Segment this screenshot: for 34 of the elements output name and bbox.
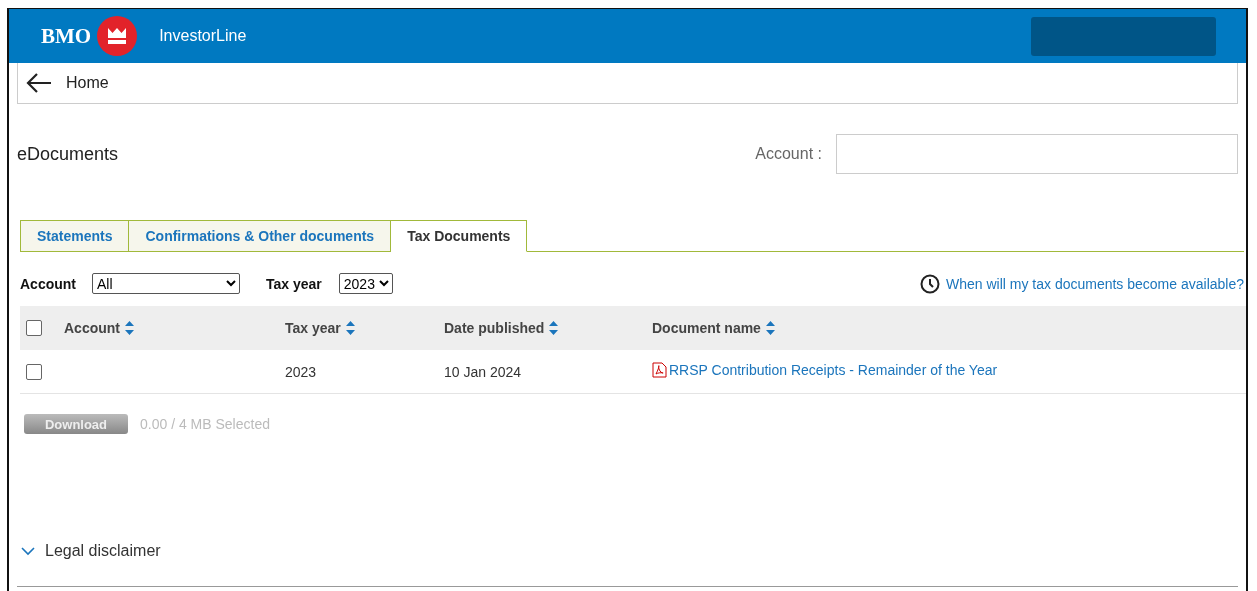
sort-icon[interactable] [549, 321, 559, 335]
tax-year-dropdown[interactable]: 2023 [338, 273, 393, 294]
back-arrow-icon[interactable] [26, 73, 52, 93]
table-cell: 10 Jan 2024 [444, 363, 522, 380]
legal-disclaimer-toggle[interactable]: Legal disclaimer [21, 542, 161, 560]
sort-icon[interactable] [345, 321, 355, 335]
document-link[interactable]: RRSP Contribution Receipts - Remainder of the Year [669, 362, 998, 378]
column-header: Tax year [285, 320, 341, 336]
chevron-icon [21, 546, 35, 556]
home-link[interactable]: Home [66, 74, 109, 92]
tab[interactable]: Tax Documents [391, 220, 528, 252]
column-header: Account [64, 320, 120, 336]
clock-icon [919, 273, 940, 294]
account-label: Account : [755, 145, 822, 163]
sort-icon[interactable] [125, 321, 134, 335]
selection-size: 0.00 / 4 MB Selected [140, 416, 270, 432]
help-link[interactable]: When will my tax documents become available? [945, 275, 1244, 292]
logo-text: BMO [41, 23, 92, 49]
logo-icon [97, 16, 138, 56]
column-header: Document name [652, 320, 761, 336]
account-field[interactable] [836, 134, 1238, 174]
tax-year-label: Tax year [266, 275, 322, 292]
product-name: InvestorLine [159, 27, 247, 45]
pdf-icon [652, 362, 667, 378]
checkbox[interactable] [26, 363, 42, 380]
column-header: Date published [444, 320, 545, 336]
tab[interactable]: Statements [20, 220, 130, 252]
tab[interactable]: Confirmations & Other documents [129, 220, 392, 252]
sort-icon[interactable] [765, 321, 775, 335]
table-cell: 2023 [285, 363, 317, 380]
checkbox[interactable] [26, 320, 42, 336]
account-label: Account [20, 275, 76, 292]
page-title: eDocuments [17, 143, 119, 165]
account-dropdown[interactable]: All [92, 273, 240, 294]
